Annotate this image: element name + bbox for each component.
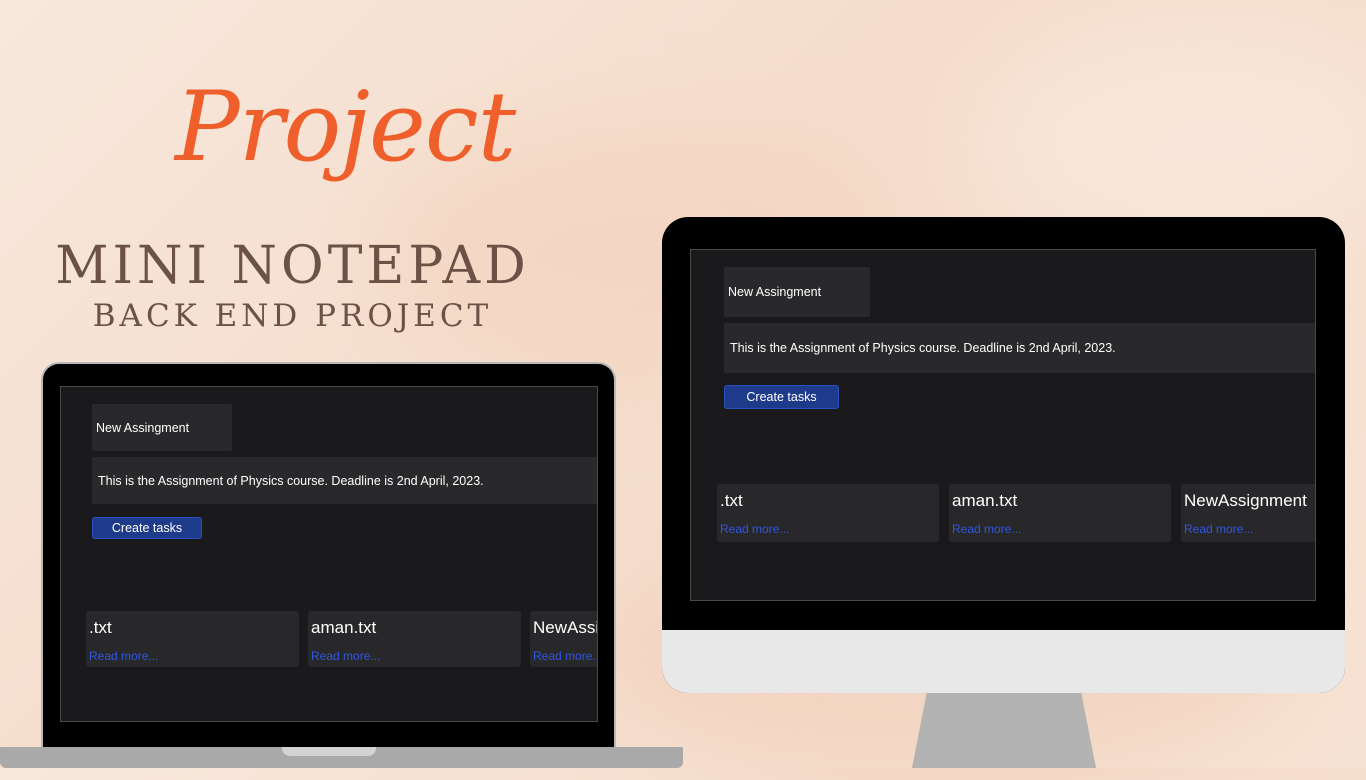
description-input[interactable]: This is the Assignment of Physics course… <box>92 457 597 504</box>
note-card[interactable]: aman.txt Read more... <box>308 611 521 667</box>
sub-title: BACK END PROJECT <box>92 298 493 334</box>
note-card[interactable]: .txt Read more... <box>86 611 299 667</box>
monitor-screen: New Assingment This is the Assignment of… <box>690 249 1316 601</box>
note-filename: NewAssignment <box>1184 491 1307 510</box>
note-filename: NewAssignment <box>533 618 597 637</box>
title-input[interactable]: New Assingment <box>92 404 232 451</box>
read-more-link[interactable]: Read more... <box>89 649 158 663</box>
laptop-screen: New Assingment This is the Assignment of… <box>60 386 598 722</box>
note-card[interactable]: NewAssignment Read more... <box>1181 484 1315 542</box>
create-tasks-button[interactable]: Create tasks <box>92 517 202 539</box>
note-card[interactable]: aman.txt Read more... <box>949 484 1171 542</box>
monitor-stand <box>912 693 1096 768</box>
main-title: MINI NOTEPAD <box>55 236 530 296</box>
laptop-notch <box>282 747 376 756</box>
note-filename: aman.txt <box>311 618 377 637</box>
title-input[interactable]: New Assingment <box>724 267 870 317</box>
read-more-link[interactable]: Read more... <box>1184 522 1253 536</box>
description-input[interactable]: This is the Assignment of Physics course… <box>724 323 1315 373</box>
script-title: Project <box>175 71 516 183</box>
read-more-link[interactable]: Read more... <box>720 522 789 536</box>
note-card[interactable]: NewAssignment Read more... <box>530 611 597 667</box>
read-more-link[interactable]: Read more... <box>311 649 380 663</box>
note-filename: aman.txt <box>952 491 1018 510</box>
read-more-link[interactable]: Read more... <box>952 522 1021 536</box>
monitor-chin <box>662 630 1345 693</box>
note-filename: .txt <box>720 491 743 510</box>
note-filename: .txt <box>89 618 112 637</box>
create-tasks-button[interactable]: Create tasks <box>724 385 839 409</box>
read-more-link[interactable]: Read more... <box>533 649 597 663</box>
note-card[interactable]: .txt Read more... <box>717 484 939 542</box>
